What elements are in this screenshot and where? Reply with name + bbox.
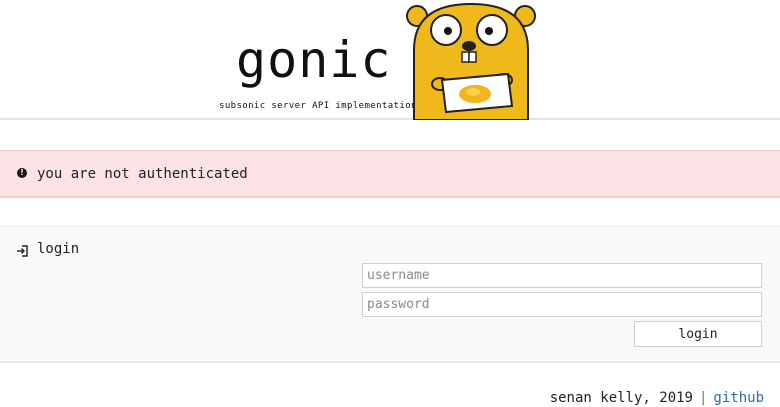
login-panel: login login — [0, 226, 780, 363]
auth-alert: ! you are not authenticated — [0, 150, 780, 198]
site-footer: senan kelly, 2019 | github — [550, 389, 764, 407]
footer-separator: | — [698, 390, 708, 406]
site-title: gonic — [236, 31, 392, 89]
password-input[interactable] — [362, 292, 762, 317]
sign-in-icon — [16, 242, 28, 257]
footer-credit: senan kelly, 2019 — [549, 390, 693, 406]
username-input[interactable] — [362, 263, 762, 288]
login-button[interactable]: login — [634, 321, 762, 347]
site-header: gonic subsonic server API implementation — [0, 0, 780, 120]
site-tagline: subsonic server API implementation — [219, 101, 417, 111]
login-heading: login — [37, 241, 80, 257]
alert-message: you are not authenticated — [37, 166, 248, 182]
exclamation-circle-icon: ! — [17, 168, 27, 178]
github-link[interactable]: github — [713, 390, 764, 406]
gopher-mascot-icon — [404, 2, 540, 120]
